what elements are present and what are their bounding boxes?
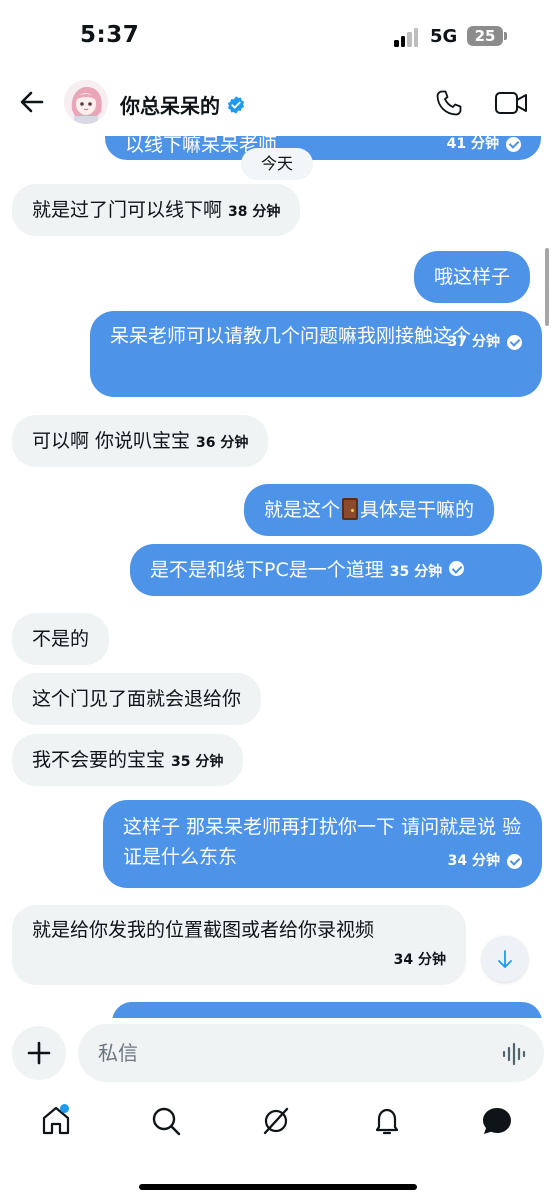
status-time: 5:37 — [80, 22, 140, 48]
message-bubble-incoming[interactable]: 我不会要的宝宝 35 分钟 — [12, 734, 244, 786]
read-check-icon — [506, 136, 521, 152]
battery-icon: 25 — [467, 26, 503, 46]
message-time: 41 分钟 — [446, 136, 499, 152]
message-text: 这个门见了面就会退给你 — [32, 688, 242, 710]
message-bubble-incoming[interactable]: 可以啊 你说叭宝宝 36 分钟 — [12, 415, 269, 467]
bottom-tab-bar — [0, 1090, 554, 1200]
voice-message-icon[interactable] — [502, 1042, 528, 1066]
message-bubble-outgoing[interactable] — [112, 1002, 542, 1018]
notifications-bell-icon[interactable] — [370, 1104, 404, 1138]
message-input[interactable] — [78, 1024, 544, 1082]
message-time: 38 分钟 — [228, 204, 281, 220]
battery-cap — [504, 32, 507, 40]
grok-icon[interactable] — [259, 1104, 293, 1138]
message-bubble-outgoing[interactable]: 哦这样子 — [414, 251, 531, 303]
message-text: 是不是和线下PC是一个道理 — [150, 559, 384, 581]
message-time: 35 分钟 — [171, 754, 224, 770]
message-text: 不是的 — [32, 628, 90, 650]
signal-icon — [394, 27, 420, 47]
message-bubble-outgoing[interactable]: 这样子 那呆呆老师再打扰你一下 请问就是说 验证是什么东东 34 分钟 — [103, 800, 542, 888]
read-check-icon — [449, 561, 465, 576]
message-time: 34 分钟 — [447, 853, 500, 869]
avatar[interactable] — [64, 80, 108, 124]
arrow-down-icon — [498, 950, 512, 968]
read-check-icon — [507, 853, 522, 869]
message-text: 我不会要的宝宝 — [32, 749, 166, 771]
message-bubble-incoming[interactable]: 这个门见了面就会退给你 — [12, 673, 262, 725]
message-bubble-outgoing[interactable]: 呆呆老师可以请教几个问题嘛我刚接触这个 37 分钟 — [90, 311, 542, 397]
message-list[interactable]: 以线下嘛呆呆老师 41 分钟 今天 就是过了门可以线下啊 38 分钟 哦这样子 呆… — [0, 136, 554, 1018]
conversation-header: 你总呆呆的 — [0, 72, 554, 136]
network-label: 5G — [430, 26, 458, 47]
message-text: 可以啊 你说叭宝宝 — [32, 430, 191, 452]
message-bubble-incoming[interactable]: 就是过了门可以线下啊 38 分钟 — [12, 184, 301, 236]
message-bubble-incoming[interactable]: 就是给你发我的位置截图或者给你录视频 34 分钟 — [12, 905, 466, 985]
video-call-icon[interactable] — [494, 90, 528, 116]
message-text: 具体是干嘛的 — [360, 499, 475, 521]
conversation-title[interactable]: 你总呆呆的 — [120, 90, 220, 119]
message-time: 34 分钟 — [393, 952, 446, 968]
message-time: 35 分钟 — [389, 564, 443, 580]
composer — [0, 1018, 554, 1090]
date-divider: 今天 — [241, 148, 313, 180]
plus-icon — [27, 1041, 51, 1065]
door-emoji — [342, 498, 359, 520]
message-time: 36 分钟 — [196, 435, 249, 451]
message-bubble-incoming[interactable]: 不是的 — [12, 613, 110, 665]
scrollbar[interactable] — [545, 248, 549, 326]
phone-call-icon[interactable] — [434, 88, 464, 118]
message-bubble-outgoing[interactable]: 以线下嘛呆呆老师 41 分钟 — [105, 136, 541, 160]
scroll-to-bottom-button[interactable] — [482, 936, 528, 982]
back-arrow-icon[interactable] — [18, 88, 46, 116]
message-text: 哦这样子 — [434, 266, 511, 288]
messages-icon[interactable] — [480, 1104, 514, 1138]
add-media-button[interactable] — [12, 1026, 66, 1080]
message-time: 37 分钟 — [447, 334, 500, 350]
message-bubble-outgoing[interactable]: 就是这个 具体是干嘛的 — [244, 484, 495, 536]
status-bar: 5:37 5G 25 — [0, 0, 554, 72]
home-indicator — [139, 1184, 417, 1190]
message-text: 就是给你发我的位置截图或者给你录视频 — [32, 919, 375, 941]
read-check-icon — [507, 334, 522, 350]
message-bubble-outgoing[interactable]: 是不是和线下PC是一个道理 35 分钟 — [130, 544, 542, 596]
verified-badge-icon — [227, 95, 245, 114]
notification-dot — [60, 1104, 69, 1113]
search-icon[interactable] — [149, 1104, 183, 1138]
message-text: 就是这个 — [264, 499, 341, 521]
message-text: 就是过了门可以线下啊 — [32, 199, 223, 221]
